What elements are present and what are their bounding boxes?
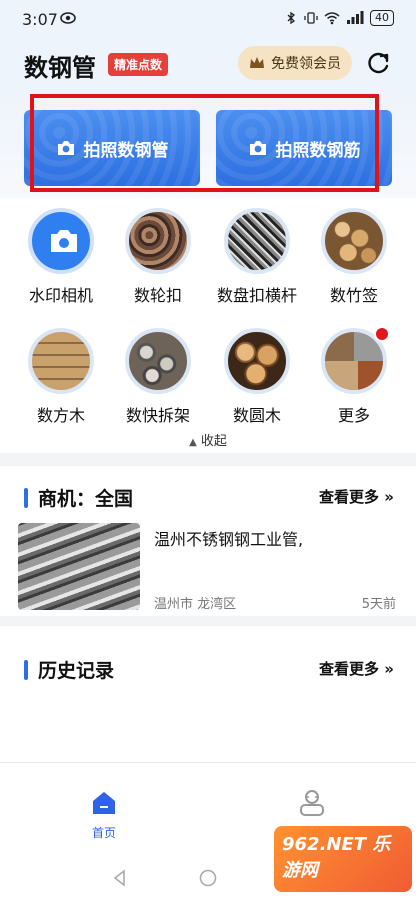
- tool-label: 数盘扣横杆: [216, 286, 297, 305]
- business-title-text: 商机：全国: [38, 488, 134, 510]
- tab-home[interactable]: 首页: [64, 789, 144, 841]
- bluetooth-vibrate-icon: [287, 11, 296, 25]
- steel-pipe-thumbnail: [18, 523, 140, 610]
- user-icon: [300, 790, 324, 816]
- wheel-buckle-thumb: [125, 208, 191, 274]
- photo-count-pipe-label: 拍照数钢管: [83, 140, 169, 161]
- tool-quick-release-frame[interactable]: 数快拆架: [113, 328, 203, 426]
- double-chevron-icon: »: [384, 488, 394, 506]
- history-title: 历史记录: [24, 656, 114, 683]
- history-title-text: 历史记录: [38, 660, 115, 682]
- wifi-icon: [324, 12, 340, 25]
- business-more-link[interactable]: 查看更多 »: [319, 486, 394, 507]
- site-watermark-logo: 962.NET 乐游网: [274, 826, 412, 892]
- history-section: 历史记录 查看更多 »: [0, 626, 416, 762]
- photo-count-rebar-button[interactable]: 拍照数钢筋: [216, 110, 392, 186]
- accuracy-badge: 精准点数: [108, 53, 169, 76]
- tool-label: 数快拆架: [125, 406, 190, 425]
- tool-watermark-camera[interactable]: 水印相机: [16, 208, 106, 306]
- collapse-label: 收起: [200, 434, 227, 449]
- app-header: 数钢管 精准点数 免费领会员: [0, 40, 416, 92]
- page-title: 数钢管: [24, 54, 96, 82]
- business-item-location: 温州市 龙湾区: [154, 597, 237, 612]
- tool-label: 数方木: [36, 406, 85, 425]
- eye-icon: [60, 12, 76, 24]
- camera-icon: [57, 141, 74, 155]
- free-vip-button[interactable]: 免费领会员: [238, 46, 352, 80]
- quick-release-frame-thumb: [125, 328, 191, 394]
- tool-round-log[interactable]: 数圆木: [212, 328, 302, 426]
- business-section: 商机：全国 查看更多 » 温州不锈钢钢工业管, 温州市 龙湾区 5天前: [0, 466, 416, 616]
- business-title: 商机：全国: [24, 484, 133, 511]
- tool-label: 更多: [337, 406, 370, 425]
- status-icons: 40: [284, 10, 394, 26]
- disc-buckle-bar-thumb: [224, 208, 290, 274]
- bamboo-stick-thumb: [321, 208, 387, 274]
- status-time: 3:07: [22, 10, 58, 29]
- watermark-camera-thumb: [28, 208, 94, 274]
- tool-label: 数圆木: [232, 406, 281, 425]
- double-chevron-icon: »: [384, 660, 394, 678]
- photo-count-pipe-button[interactable]: 拍照数钢管: [24, 110, 200, 186]
- tool-label: 水印相机: [28, 286, 93, 305]
- more-label: 查看更多: [319, 488, 380, 506]
- camera-icon: [51, 230, 77, 252]
- square-timber-thumb: [28, 328, 94, 394]
- notification-dot: [374, 326, 390, 342]
- home-icon: [93, 792, 115, 814]
- caret-up-icon: ▲: [189, 437, 197, 448]
- system-nav-bar: 962.NET 乐游网: [0, 826, 416, 900]
- tool-label: 数竹签: [329, 286, 378, 305]
- crown-icon: [250, 57, 264, 68]
- section-accent-bar: [24, 487, 28, 508]
- tool-grid: 水印相机 数轮扣 数盘扣横杆 数竹签 数方木 数快拆架 数圆木 更多: [0, 198, 416, 453]
- tool-bamboo-stick[interactable]: 数竹签: [309, 208, 399, 306]
- tool-disc-buckle-bar[interactable]: 数盘扣横杆: [212, 208, 302, 306]
- tool-wheel-buckle[interactable]: 数轮扣: [113, 208, 203, 306]
- back-icon[interactable]: [110, 868, 130, 888]
- business-item-time: 5天前: [361, 597, 396, 612]
- signal-icon: [347, 11, 364, 24]
- free-vip-label: 免费领会员: [271, 56, 341, 72]
- tab-home-label: 首页: [91, 826, 116, 840]
- battery-indicator: 40: [370, 10, 394, 26]
- collapse-toggle[interactable]: ▲ 收起: [0, 430, 416, 449]
- section-accent-bar: [24, 659, 28, 680]
- round-log-thumb: [224, 328, 290, 394]
- refresh-icon[interactable]: [366, 50, 392, 76]
- photo-count-rebar-label: 拍照数钢筋: [275, 140, 361, 161]
- vibrate-icon: [304, 12, 318, 24]
- watermark-text: 962.NET 乐游网: [282, 834, 391, 881]
- camera-icon: [249, 141, 266, 155]
- home-circle-icon[interactable]: [198, 868, 218, 888]
- more-label: 查看更多: [319, 660, 380, 678]
- status-bar: 3:07 40: [0, 0, 416, 40]
- history-more-link[interactable]: 查看更多 »: [319, 658, 394, 679]
- business-item-title: 温州不锈钢钢工业管,: [154, 530, 304, 549]
- tool-more[interactable]: 更多: [309, 326, 399, 426]
- tool-square-timber[interactable]: 数方木: [16, 328, 106, 426]
- tool-label: 数轮扣: [133, 286, 182, 305]
